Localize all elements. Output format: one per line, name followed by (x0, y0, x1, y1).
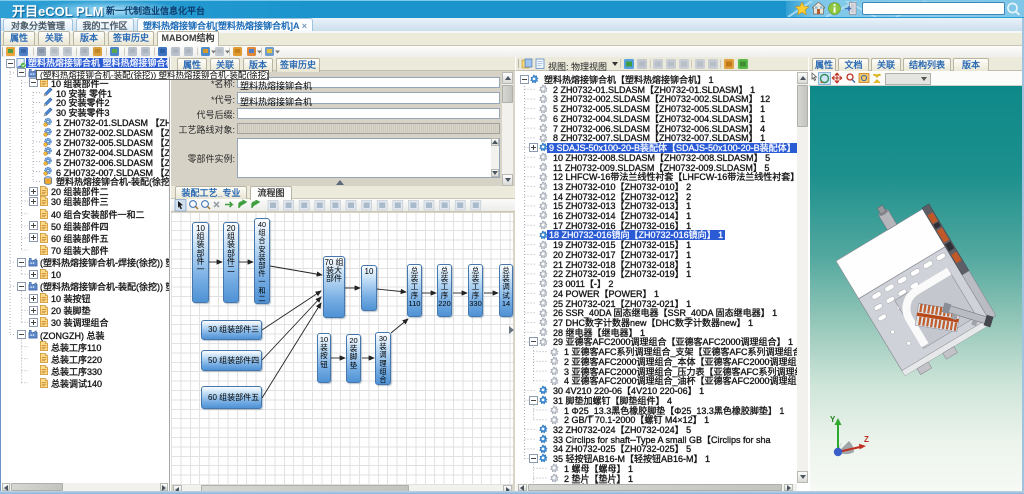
svg-text:Z: Z (864, 435, 869, 444)
svg-text:Y: Y (830, 415, 836, 424)
